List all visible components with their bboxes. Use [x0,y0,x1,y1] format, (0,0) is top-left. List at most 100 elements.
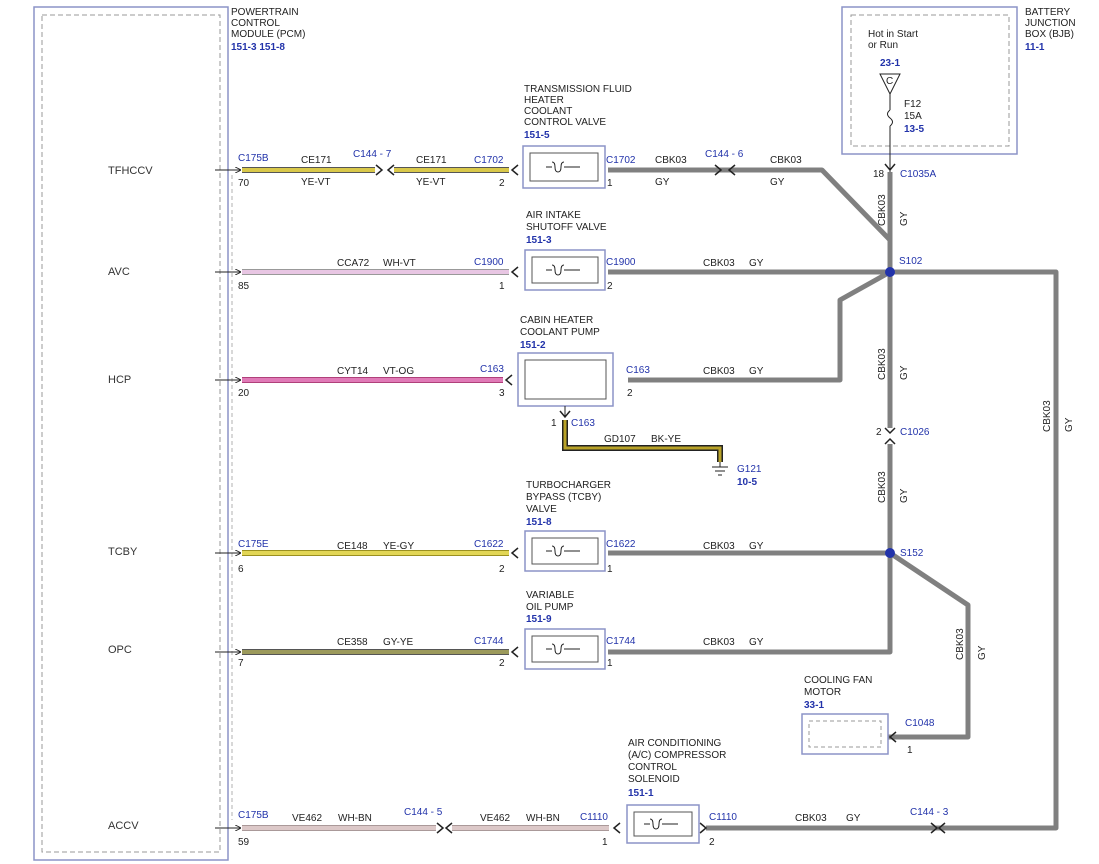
tfhccv-ref[interactable]: 151-5 [524,130,550,141]
gnd-conn: C163 [571,418,595,429]
c-bus-label: C [886,76,893,87]
accv-inline: C144 - 5 [404,807,443,818]
c1026-pin: 2 [876,427,882,438]
fuse-name: F12 [904,99,922,110]
avc-color-out: GY [749,258,764,269]
vert1-circuit: CBK03 [877,194,888,226]
tcby-circuit-out: CBK03 [703,541,735,552]
fan-conn: C1048 [905,718,935,729]
vert1-color: GY [899,211,910,226]
tcby-title-1: TURBOCHARGER [526,480,611,491]
cabin-pump-title-1: CABIN HEATER [520,315,593,326]
row-avc: 85 CCA72 WH-VT C1900 1 C1900 2 CBK03 GY … [215,210,764,292]
vert2-color: GY [899,365,910,380]
fan-ref[interactable]: 33-1 [804,700,824,711]
avc-conn-dev: C1900 [474,257,504,268]
ground-ref[interactable]: 10-5 [737,477,757,488]
wiring-diagram: POWERTRAIN CONTROL MODULE (PCM) 151-3 15… [33,6,1076,861]
signal-tcby: TCBY [108,546,138,558]
signal-opc: OPC [108,644,132,656]
tfhccv-title-4: CONTROL VALVE [524,117,606,128]
avc-color: WH-VT [383,258,416,269]
hcp-circuit: CYT14 [337,366,369,377]
tfhccv-inline: C144 - 7 [353,149,392,160]
tcby-pin-dev: 2 [499,564,505,575]
vert3-color: GY [899,488,910,503]
pcm-refs[interactable]: 151-3 151-8 [231,42,285,53]
tcby-title-2: BYPASS (TCBY) [526,492,601,503]
tfhccv-pin-out: 1 [607,178,613,189]
gnd-pin: 1 [551,418,557,429]
row-hcp: 20 CYT14 VT-OG C163 3 C163 2 CBK03 GY CA… [215,315,764,488]
gnd-color: BK-YE [651,434,681,445]
accv-conn-dev: C1110 [580,812,608,823]
tfhccv-circuit3: CBK03 [655,155,687,166]
bjb-title-line3: BOX (BJB) [1025,29,1074,40]
fan-title-1: COOLING FAN [804,675,872,686]
accv-circuit1: VE462 [292,813,322,824]
ac-ref[interactable]: 151-1 [628,788,654,799]
oil-pump-title-2: OIL PUMP [526,602,574,613]
cabin-pump-title-2: COOLANT PUMP [520,327,600,338]
accv-pin-out: 2 [709,837,715,848]
accv-color2: WH-BN [526,813,560,824]
splice-s152 [885,548,895,558]
signal-hcp: HCP [108,374,131,386]
ac-title-1: AIR CONDITIONING [628,738,722,749]
pcm-module: POWERTRAIN CONTROL MODULE (PCM) 151-3 15… [33,6,305,861]
tfhccv-circuit4: CBK03 [770,155,802,166]
opc-conn-out: C1744 [606,636,636,647]
pcm-title-line3: MODULE (PCM) [231,29,305,40]
air-intake-ref[interactable]: 151-3 [526,235,552,246]
bjb-pin: 18 [873,169,885,180]
tcby-conn-dev: C1622 [474,539,504,550]
tcby-color: YE-GY [383,541,414,552]
cabin-pump-ref[interactable]: 151-2 [520,340,546,351]
hcp-pin-dev: 3 [499,388,505,399]
signal-avc: AVC [108,266,130,278]
splice-s102-label: S102 [899,256,923,267]
opc-circuit-out: CBK03 [703,637,735,648]
fan-color: GY [977,645,988,660]
ground-icon [712,462,728,476]
fuse-ref[interactable]: 13-5 [904,124,924,135]
bjb-ref[interactable]: 11-1 [1025,42,1045,53]
tcby-circuit: CE148 [337,541,368,552]
hot-ref[interactable]: 23-1 [880,58,900,69]
oil-pump-title-1: VARIABLE [526,590,574,601]
tfhccv-conn-dev: C1702 [474,155,504,166]
opc-pin-dev: 2 [499,658,505,669]
cooling-fan-motor: COOLING FAN MOTOR 33-1 C1048 1 [801,675,935,756]
c1026-label: C1026 [900,427,930,438]
hcp-circuit-out: CBK03 [703,366,735,377]
hcp-conn-out: C163 [626,365,650,376]
tfhccv-conn-pcm: C175B [238,153,269,164]
signal-tfhccv: TFHCCV [108,165,153,177]
avc-circuit-out: CBK03 [703,258,735,269]
hcp-color: VT-OG [383,366,414,377]
opc-pin-pcm: 7 [238,658,244,669]
tfhccv-title-3: COOLANT [524,106,572,117]
tcby-ref[interactable]: 151-8 [526,517,552,528]
hot-text-line1: Hot in Start [868,29,918,40]
pcm-title-line2: CONTROL [231,18,280,29]
tfhccv-circuit2: CE171 [416,155,447,166]
row-opc: 7 CE358 GY-YE C1744 2 C1744 1 CBK03 GY V… [215,590,764,670]
tfhccv-inline2: C144 - 6 [705,149,744,160]
oil-pump-ref[interactable]: 151-9 [526,614,552,625]
tfhccv-color1: YE-VT [301,177,330,188]
fuse-rating: 15A [904,111,922,122]
accv-color-out: GY [846,813,861,824]
hot-text-line2: or Run [868,40,898,51]
splice-s152-label: S152 [900,548,924,559]
avc-pin-pcm: 85 [238,281,250,292]
bjb-title-line2: JUNCTION [1025,18,1076,29]
avc-conn-out: C1900 [606,257,636,268]
ac-title-3: CONTROL [628,762,677,773]
opc-circuit: CE358 [337,637,368,648]
tfhccv-title-2: HEATER [524,95,564,106]
fan-pin: 1 [907,745,913,756]
accv-inline2: C144 - 3 [910,807,949,818]
avc-circuit: CCA72 [337,258,370,269]
tcby-pin-pcm: 6 [238,564,244,575]
